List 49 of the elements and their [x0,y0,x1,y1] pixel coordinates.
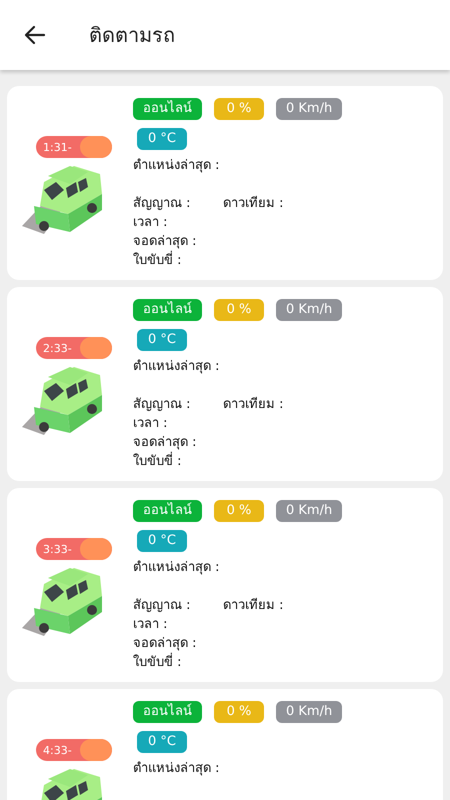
status-badge: 0 °C [137,329,187,351]
info-label: ใบขับขี่ : [133,251,443,270]
info-label: จอดล่าสุด : [133,233,198,250]
status-badge: ออนไลน์ [133,701,202,723]
satellite-label: ดาวเทียม : [223,194,284,213]
info-label: เวลา : [133,616,169,634]
redaction-mark [80,739,112,761]
status-badge: 0 % [214,500,264,522]
signal-label: สัญญาณ : [133,597,192,615]
info-label: เวลา : [133,415,169,433]
page-title: ติดตามรถ [89,22,175,49]
status-badge: ออนไลน์ [133,98,202,120]
status-badge: 0 °C [137,530,187,552]
status-badge: 0 Km/h [276,98,342,120]
position-label: ตำแหน่งล่าสุด : [133,157,221,175]
redaction-mark [80,136,112,158]
info-label: ใบขับขี่ : [133,452,443,471]
position-label: ตำแหน่งล่าสุด : [133,559,221,577]
status-badge: 0 % [214,701,264,723]
plate-number: 3:33- [43,542,72,556]
info-label: จอดล่าสุด : [133,635,198,652]
status-badge: 0 °C [137,128,187,150]
status-badge: ออนไลน์ [133,299,202,321]
status-badge: 0 Km/h [276,500,342,522]
redaction-mark [80,337,112,359]
vehicle-card[interactable]: 2:33- ออนไลน์ 0 % 0 Km/h 0 °C ตำแหน่งล่าสุด : สัญญาณ : ดาวเทียม : เวลา : จอดล่าสุด : ใบขับขี่ : [7,287,443,481]
status-badge: 0 % [214,98,264,120]
info-label: เวลา : [133,214,169,232]
status-badge: 0 Km/h [276,299,342,321]
signal-label: สัญญาณ : [133,396,192,414]
satellite-label: ดาวเทียม : [223,396,284,414]
status-badge: ออนไลน์ [133,500,202,522]
signal-label: สัญญาณ : [133,195,192,213]
status-badge: 0 Km/h [276,701,342,723]
status-badge: 0 °C [137,731,187,753]
vehicle-card[interactable]: 3:33- ออนไลน์ 0 % 0 Km/h 0 °C ตำแหน่งล่าสุด : สัญญาณ : ดาวเทียม : เวลา : จอดล่าสุด : ใบขับขี่ : [7,488,443,682]
redaction-mark [80,538,112,560]
vehicle-card[interactable]: 4:33- ออนไลน์ 0 % 0 Km/h 0 °C ตำแหน่งล่าสุด : [7,689,443,800]
info-label: ใบขับขี่ : [133,653,443,672]
plate-number: 2:33- [43,342,72,354]
status-badge: 0 % [214,299,264,321]
vehicle-card[interactable]: 1:31- ออนไลน์ 0 % 0 Km/h 0 °C ตำแหน่งล่าสุด : สัญญาณ : ดาวเทียม : เวลา : จอดล่าสุด : ใบขับขี่ : [7,86,443,280]
plate-number: 4:33- [43,744,72,756]
position-label: ตำแหน่งล่าสุด : [133,358,221,376]
back-arrow-icon[interactable] [23,23,47,47]
plate-number: 1:31- [43,140,72,154]
position-label: ตำแหน่งล่าสุด : [133,760,221,778]
satellite-label: ดาวเทียม : [223,596,284,615]
info-label: จอดล่าสุด : [133,434,198,452]
